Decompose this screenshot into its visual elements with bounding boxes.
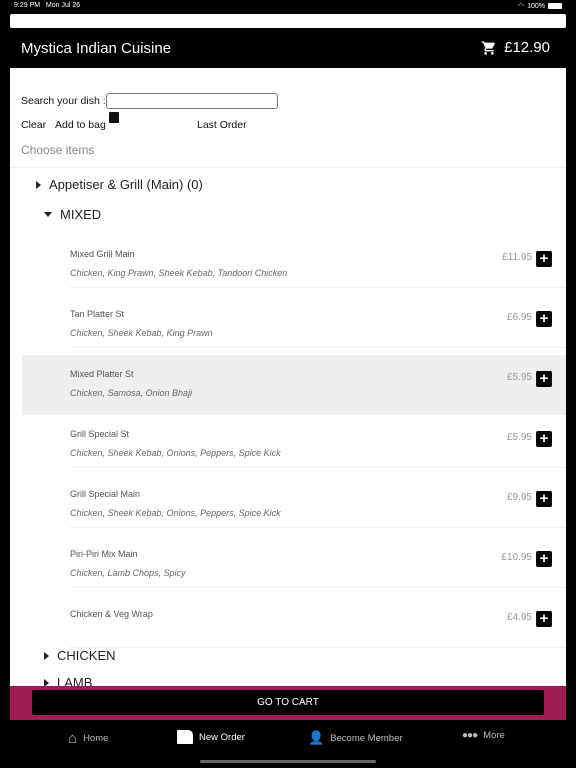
add-item-button[interactable]: +: [536, 311, 552, 327]
tab-become-member[interactable]: 👤 Become Member: [308, 730, 403, 746]
add-item-button[interactable]: +: [536, 551, 552, 567]
category-label: CHICKEN: [57, 648, 116, 663]
menu-item[interactable]: Chicken & Veg Wrap £4.95 +: [22, 595, 566, 655]
tab-label: More: [483, 730, 505, 741]
category-chicken[interactable]: CHICKEN: [44, 648, 116, 663]
add-item-button[interactable]: +: [536, 371, 552, 387]
divider: [70, 407, 566, 408]
add-item-button[interactable]: +: [536, 491, 552, 507]
caret-down-icon: [44, 212, 52, 217]
category-mixed[interactable]: MIXED: [44, 207, 101, 222]
menu-item[interactable]: Grill Special St Chicken, Sheek Kebab, On…: [22, 415, 566, 475]
tab-label: Home: [83, 733, 109, 744]
tab-new-order[interactable]: New Order: [177, 730, 245, 744]
divider: [70, 287, 566, 288]
home-indicator: [200, 760, 376, 763]
divider: [70, 467, 566, 468]
bag-icon: [108, 112, 119, 123]
divider: [70, 347, 566, 348]
item-name: Chicken & Veg Wrap: [70, 609, 153, 619]
plus-icon: +: [539, 430, 549, 447]
item-name: Grill Special St: [70, 429, 130, 439]
new-order-icon: [177, 730, 193, 744]
item-description: Chicken, Lamb Chops, Spicy: [70, 568, 186, 578]
divider: [10, 167, 566, 168]
caret-right-icon: [44, 678, 49, 686]
item-price: £11.95: [502, 252, 532, 263]
add-item-button[interactable]: +: [536, 431, 552, 447]
cart-bar: GO TO CART: [10, 686, 566, 720]
item-price: £9.95: [506, 492, 532, 503]
divider: [70, 647, 566, 648]
date: Mon Jul 26: [45, 2, 81, 9]
menu-item[interactable]: Tan Platter St Chicken, Sheek Kebab, King…: [22, 295, 566, 355]
clear-button[interactable]: Clear: [21, 119, 46, 131]
item-description: Chicken, Sheek Kebab, Onions, Peppers, S…: [70, 508, 281, 518]
search-label: Search your dish :: [21, 95, 106, 107]
last-order-button[interactable]: Last Order: [197, 119, 247, 131]
menu-panel: Search your dish : Clear Add to bag Last…: [10, 68, 566, 686]
menu-item[interactable]: Mixed Grill Main Chicken, King Prawn, She…: [22, 235, 566, 295]
caret-right-icon: [44, 651, 49, 660]
item-description: Chicken, Sheek Kebab, King Prawn: [70, 328, 213, 338]
tab-label: New Order: [199, 731, 245, 743]
cart-button[interactable]: £12.90: [481, 39, 550, 56]
tab-label: Become Member: [330, 732, 403, 744]
category-lamb[interactable]: LAMB: [44, 675, 92, 686]
divider: [70, 587, 566, 588]
member-icon: 👤: [308, 730, 325, 745]
top-strip: [10, 14, 566, 28]
item-name: Mixed Grill Main: [70, 249, 135, 259]
cart-total: £12.90: [504, 39, 550, 56]
add-to-bag-button[interactable]: Add to bag: [55, 112, 119, 131]
cart-icon: [481, 40, 496, 55]
menu-item[interactable]: Grill Special Main Chicken, Sheek Kebab, …: [22, 475, 566, 535]
item-price: £10.95: [501, 552, 532, 563]
item-name: Grill Special Main: [70, 489, 141, 499]
item-price: £5.95: [506, 372, 532, 383]
header: Mystica Indian Cuisine £12.90: [10, 28, 566, 68]
divider: [70, 527, 566, 528]
plus-icon: +: [539, 550, 549, 567]
item-name: Tan Platter St: [70, 309, 125, 319]
go-to-cart-button[interactable]: GO TO CART: [32, 690, 544, 715]
add-to-bag-label: Add to bag: [55, 119, 106, 131]
plus-icon: +: [539, 310, 549, 327]
category-label: LAMB: [57, 675, 93, 686]
category-label: MIXED: [60, 207, 102, 222]
tab-more[interactable]: ●●● More: [462, 730, 505, 741]
menu-item[interactable]: Mixed Platter St Chicken, Samosa, Onion B…: [22, 355, 566, 415]
battery-icon: [548, 3, 562, 9]
plus-icon: +: [539, 490, 549, 507]
more-icon: ●●●: [462, 730, 478, 741]
menu-item[interactable]: Piri-Piri Mix Main Chicken, Lamb Chops, S…: [22, 535, 566, 595]
page-title: Mystica Indian Cuisine: [21, 40, 172, 57]
category-appetiser-grill[interactable]: Appetiser & Grill (Main) (0): [36, 177, 203, 192]
item-name: Piri-Piri Mix Main: [70, 549, 138, 559]
home-icon: ⌂: [68, 730, 78, 747]
battery-text: 100%: [527, 2, 545, 10]
status-bar: 9:29 PM Mon Jul 26 ◠ 100%: [0, 0, 576, 12]
item-price: £6.95: [506, 312, 532, 323]
time: 9:29 PM: [14, 2, 41, 9]
wifi-icon: ◠: [517, 3, 525, 10]
status-time: 9:29 PM Mon Jul 26: [14, 2, 80, 9]
choose-items-label: Choose items: [21, 143, 95, 157]
category-label: Appetiser & Grill (Main) (0): [49, 177, 203, 192]
item-price: £5.95: [506, 432, 532, 443]
item-name: Mixed Platter St: [70, 369, 134, 379]
item-description: Chicken, Samosa, Onion Bhaji: [70, 388, 193, 398]
item-description: Chicken, King Prawn, Sheek Kebab, Tandoo…: [70, 268, 288, 278]
plus-icon: +: [539, 250, 549, 267]
plus-icon: +: [539, 370, 549, 387]
plus-icon: +: [539, 610, 549, 627]
item-price: £4.95: [506, 612, 532, 623]
caret-right-icon: [36, 180, 41, 189]
item-description: Chicken, Sheek Kebab, Onions, Peppers, S…: [70, 448, 281, 458]
status-right: ◠ 100%: [518, 2, 562, 10]
add-item-button[interactable]: +: [536, 611, 552, 627]
tab-home[interactable]: ⌂ Home: [68, 730, 108, 747]
add-item-button[interactable]: +: [536, 251, 552, 267]
search-input[interactable]: [106, 93, 278, 109]
